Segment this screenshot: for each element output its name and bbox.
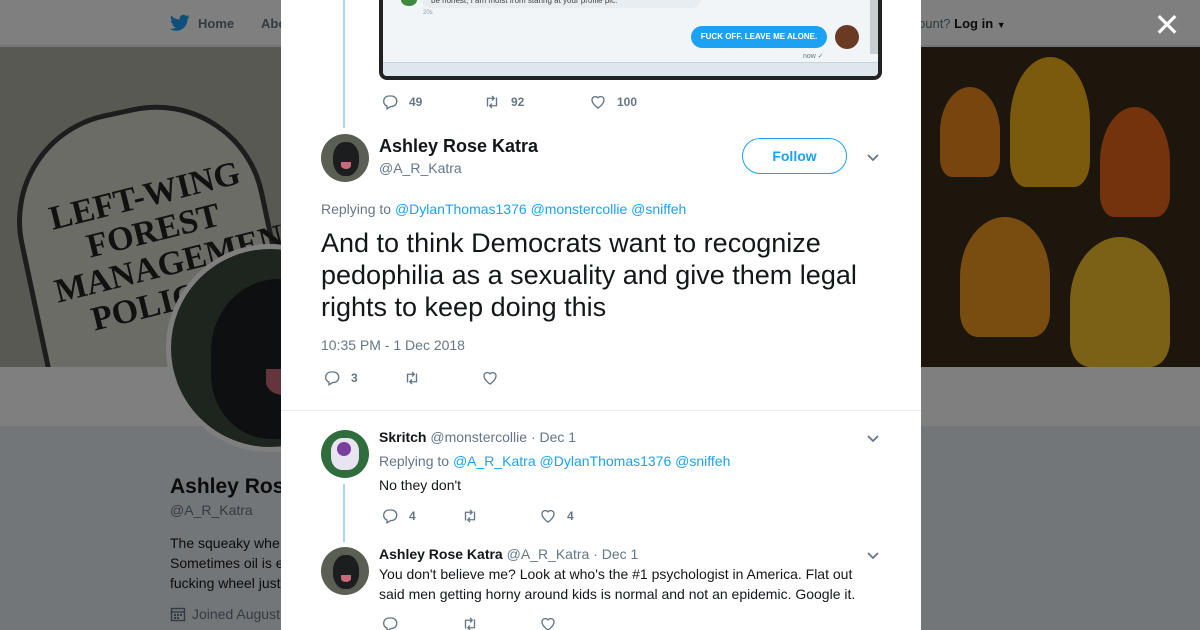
reply-count: 49 [409,95,423,109]
retweet-button[interactable] [461,615,517,630]
reply-actions [381,615,581,630]
retweet-icon [464,509,476,523]
screenshot-incoming-message: be honest, I am moist from staring at yo… [421,0,701,8]
parent-tweet-actions: 49 92 100 [381,93,661,111]
reply-fullname[interactable]: Skritch [379,429,426,445]
replying-prefix: Replying to [321,201,392,217]
reply-username[interactable]: @monstercollie [430,429,527,445]
reply-fullname[interactable]: Ashley Rose Katra [379,546,503,562]
reply-date[interactable]: · Dec 1 [593,546,638,562]
replying-to: Replying to @DylanThomas1376 @monstercol… [321,201,686,217]
reply-count: 4 [409,509,416,523]
like-count: 100 [617,95,638,109]
screenshot-sender-avatar [401,0,417,6]
screenshot-outgoing-message: FUCK OFF. LEAVE ME ALONE. [691,26,827,48]
like-button[interactable]: 100 [589,93,637,111]
reply-icon [383,95,398,110]
screenshot-incoming-time: 20s [423,10,433,16]
reply-text: You don't believe me? Look at who's the … [379,566,856,602]
retweet-button[interactable]: 92 [483,93,565,111]
reply-avatar[interactable] [321,547,369,595]
screenshot-scrollbar [870,0,878,54]
author-avatar[interactable] [321,134,369,182]
mention-link[interactable]: @DylanThomas1376 [395,201,527,217]
reply-button[interactable]: 4 [381,507,437,525]
mention-link[interactable]: @monstercollie [531,201,628,217]
like-count: 4 [567,509,574,523]
main-tweet-actions: 3 [323,369,543,387]
reply-header: Ashley Rose Katra @A_R_Katra · Dec 1 [379,546,638,562]
screenshot-outgoing-time: now ✓ [803,53,824,60]
reply-actions: 4 4 [381,507,601,525]
screenshot-compose-bar [383,62,878,76]
reply-text: No they don't [379,477,462,493]
thread-line [343,0,345,128]
reply-avatar[interactable] [321,430,369,478]
author-fullname[interactable]: Ashley Rose Katra [379,136,538,157]
reply-date[interactable]: · Dec 1 [531,429,576,445]
reply-button[interactable] [381,615,437,630]
retweet-icon [406,371,418,385]
replying-to: Replying to @A_R_Katra @DylanThomas1376 … [379,453,730,469]
reply-username[interactable]: @A_R_Katra [507,546,590,562]
mention-link[interactable]: @A_R_Katra [453,453,536,469]
reply-icon [325,371,340,386]
follow-button[interactable]: Follow [742,138,847,174]
screenshot-user-avatar [835,25,859,49]
like-button[interactable] [481,369,519,387]
tweet-modal: be honest, I am moist from staring at yo… [281,0,921,630]
close-icon[interactable]: ✕ [1150,8,1184,42]
divider [281,410,921,411]
retweet-count: 92 [511,95,525,109]
like-button[interactable]: 4 [539,507,577,525]
thread-line [343,484,345,542]
tweet-timestamp[interactable]: 10:35 PM - 1 Dec 2018 [321,337,465,353]
mention-link[interactable]: @DylanThomas1376 [540,453,672,469]
retweet-button[interactable] [403,369,459,387]
retweet-icon [464,617,476,630]
reply-options-chevron-icon[interactable] [865,430,881,446]
heart-icon [541,617,555,630]
heart-icon [541,509,555,523]
attached-screenshot[interactable]: be honest, I am moist from staring at yo… [379,0,882,80]
mention-link[interactable]: @sniffeh [675,453,730,469]
reply-count: 3 [351,371,358,385]
reply-button[interactable]: 49 [381,93,459,111]
author-username[interactable]: @A_R_Katra [379,160,462,176]
tweet-options-chevron-icon[interactable] [865,149,881,165]
retweet-icon [486,95,498,109]
tweet-text: And to think Democrats want to recognize… [321,228,857,322]
reply-header: Skritch @monstercollie · Dec 1 [379,429,576,445]
reply-button[interactable]: 3 [323,369,379,387]
like-button[interactable] [539,615,557,630]
heart-icon [483,371,497,385]
heart-icon [591,95,605,109]
reply-icon [383,617,398,630]
mention-link[interactable]: @sniffeh [631,201,686,217]
replying-prefix: Replying to [379,453,450,469]
reply-icon [383,509,398,524]
retweet-button[interactable] [461,507,517,525]
reply-options-chevron-icon[interactable] [865,547,881,563]
